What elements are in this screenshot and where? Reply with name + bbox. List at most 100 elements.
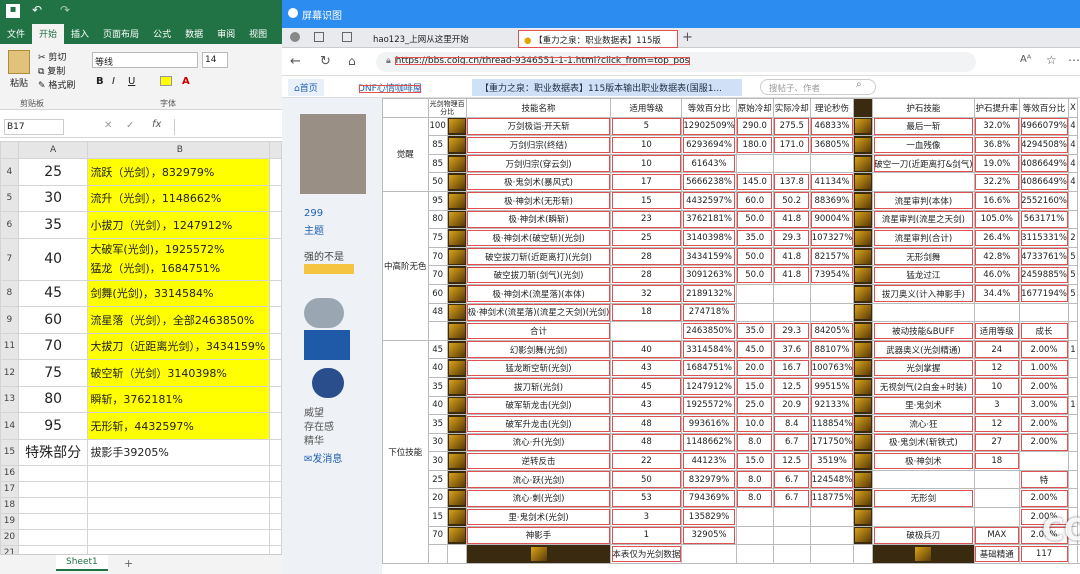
row-header[interactable]: 16 — [0, 464, 19, 482]
cell-b[interactable]: 破空斩（光剑）3140398% — [87, 359, 271, 387]
ribbon-tab[interactable]: 视图 — [242, 24, 274, 44]
ribbon-tab[interactable]: 开始 — [32, 24, 65, 44]
breadcrumb-forum[interactable]: DNF心情咖啡屋 — [348, 79, 432, 96]
row-header[interactable]: 11 — [0, 332, 19, 360]
cell-c[interactable] — [269, 464, 282, 482]
row-header[interactable]: 5 — [0, 184, 19, 212]
cell-a[interactable]: 40 — [17, 237, 89, 281]
cell-a[interactable] — [17, 480, 89, 498]
row-header[interactable]: 9 — [0, 306, 19, 334]
ribbon-tab[interactable]: 文件 — [0, 24, 32, 44]
bold-button[interactable]: B — [96, 76, 104, 87]
cell-b[interactable] — [87, 512, 271, 530]
row-header[interactable]: 17 — [0, 480, 19, 498]
cell-b[interactable]: 流星落（光剑），全部2463850% — [87, 306, 271, 334]
cell-a[interactable]: 80 — [17, 385, 89, 413]
cell-c[interactable] — [269, 184, 282, 212]
italic-button[interactable]: I — [112, 76, 115, 87]
cell-a[interactable] — [17, 496, 89, 514]
row-header[interactable]: 8 — [0, 279, 19, 307]
cell-a[interactable]: 25 — [17, 158, 89, 186]
font-name-select[interactable]: 等线 — [92, 52, 198, 68]
cell-c[interactable] — [269, 332, 282, 360]
column-header-a[interactable]: A — [17, 141, 89, 159]
cell-b[interactable]: 拔影手39205% — [87, 438, 271, 466]
row-header[interactable]: 19 — [0, 512, 19, 530]
cell-c[interactable] — [269, 512, 282, 530]
formula-input[interactable] — [174, 119, 278, 135]
row-header[interactable]: 13 — [0, 385, 19, 413]
tab-colg-thread[interactable]: ● 【重力之泉：职业数据表】115版 — [518, 30, 678, 48]
cell-b[interactable] — [87, 496, 271, 514]
cell-c[interactable] — [269, 528, 282, 546]
ribbon-tab[interactable]: 页面布局 — [96, 24, 146, 44]
row-header[interactable]: 18 — [0, 496, 19, 514]
cell-c[interactable] — [269, 306, 282, 334]
undo-icon[interactable]: ↶ — [32, 3, 42, 17]
ribbon-tab[interactable]: 审阅 — [210, 24, 242, 44]
paste-label[interactable]: 粘贴 — [10, 76, 28, 89]
cell-b[interactable] — [87, 480, 271, 498]
tab-actions-icon[interactable] — [342, 32, 352, 42]
new-tab-icon[interactable]: + — [682, 30, 693, 45]
add-sheet-button[interactable]: + — [124, 557, 133, 570]
column-header-b[interactable]: B — [87, 141, 271, 159]
cell-a[interactable]: 70 — [17, 332, 89, 360]
font-size-select[interactable]: 14 — [202, 52, 228, 68]
back-icon[interactable]: ← — [290, 54, 301, 69]
cell-a[interactable]: 60 — [17, 306, 89, 334]
cell-a[interactable]: 45 — [17, 279, 89, 307]
cell-b[interactable]: 大拔刀（近距离光剑），3434159% — [87, 332, 271, 360]
redo-icon[interactable]: ↷ — [60, 3, 70, 17]
cell-a[interactable]: 75 — [17, 359, 89, 387]
extensions-icon[interactable]: ⋯ — [1068, 53, 1080, 67]
cell-a[interactable] — [17, 464, 89, 482]
read-aloud-icon[interactable]: Aᴬ — [1020, 54, 1031, 65]
cell-c[interactable] — [269, 237, 282, 281]
cell-b[interactable]: 流跃（光剑），832979% — [87, 158, 271, 186]
row-header[interactable]: 15 — [0, 438, 19, 466]
cell-b[interactable]: 瞬斩，3762181% — [87, 385, 271, 413]
format-painter-button[interactable]: ✎ 格式刷 — [38, 78, 75, 91]
cell-c[interactable] — [269, 412, 282, 440]
profile-icon[interactable] — [290, 32, 300, 42]
cell-c[interactable] — [269, 438, 282, 466]
cell-c[interactable] — [269, 158, 282, 186]
row-header[interactable]: 14 — [0, 412, 19, 440]
cell-c[interactable] — [269, 279, 282, 307]
cell-b[interactable]: 流升（光剑），1148662% — [87, 184, 271, 212]
cell-b[interactable] — [87, 464, 271, 482]
cancel-icon[interactable]: ✕ — [104, 120, 112, 131]
cell-b[interactable]: 剑舞(光剑)，3314584% — [87, 279, 271, 307]
row-header[interactable]: 4 — [0, 158, 19, 186]
fill-color-icon[interactable] — [160, 76, 172, 86]
cell-c[interactable] — [269, 480, 282, 498]
cell-b[interactable]: 大破军(光剑)，1925572% 猛龙（光剑)，1684751% — [87, 237, 271, 281]
name-box[interactable]: B17 — [4, 119, 64, 135]
cell-c[interactable] — [269, 211, 282, 239]
row-header[interactable]: 12 — [0, 359, 19, 387]
font-color-icon[interactable]: A — [182, 76, 190, 87]
ribbon-tab[interactable]: 数据 — [178, 24, 210, 44]
enter-icon[interactable]: ✓ — [126, 120, 134, 131]
cell-b[interactable] — [87, 528, 271, 546]
tab-hao123[interactable]: hao123_上网从这里开始 — [368, 30, 508, 48]
cell-c[interactable] — [269, 359, 282, 387]
row-header[interactable]: 6 — [0, 211, 19, 239]
cell-c[interactable] — [269, 496, 282, 514]
search-icon[interactable]: ⌕ — [856, 79, 862, 90]
cell-a[interactable]: 特殊部分 — [17, 438, 89, 466]
breadcrumb-thread[interactable]: 【重力之泉：职业数据表】115版本输出职业数据表(国服1... — [472, 79, 742, 96]
collections-icon[interactable] — [314, 32, 324, 42]
paste-icon[interactable] — [8, 50, 30, 74]
refresh-icon[interactable]: ↻ — [320, 54, 331, 69]
underline-button[interactable]: U — [128, 76, 135, 87]
select-all-cell[interactable] — [0, 141, 19, 159]
row-header[interactable]: 20 — [0, 528, 19, 546]
copy-button[interactable]: ⧉ 复制 — [38, 64, 65, 77]
cut-button[interactable]: ✂ 剪切 — [38, 50, 66, 63]
cell-a[interactable]: 30 — [17, 184, 89, 212]
save-icon[interactable]: ▪ — [6, 4, 20, 18]
cell-c[interactable] — [269, 385, 282, 413]
cell-a[interactable] — [17, 512, 89, 530]
